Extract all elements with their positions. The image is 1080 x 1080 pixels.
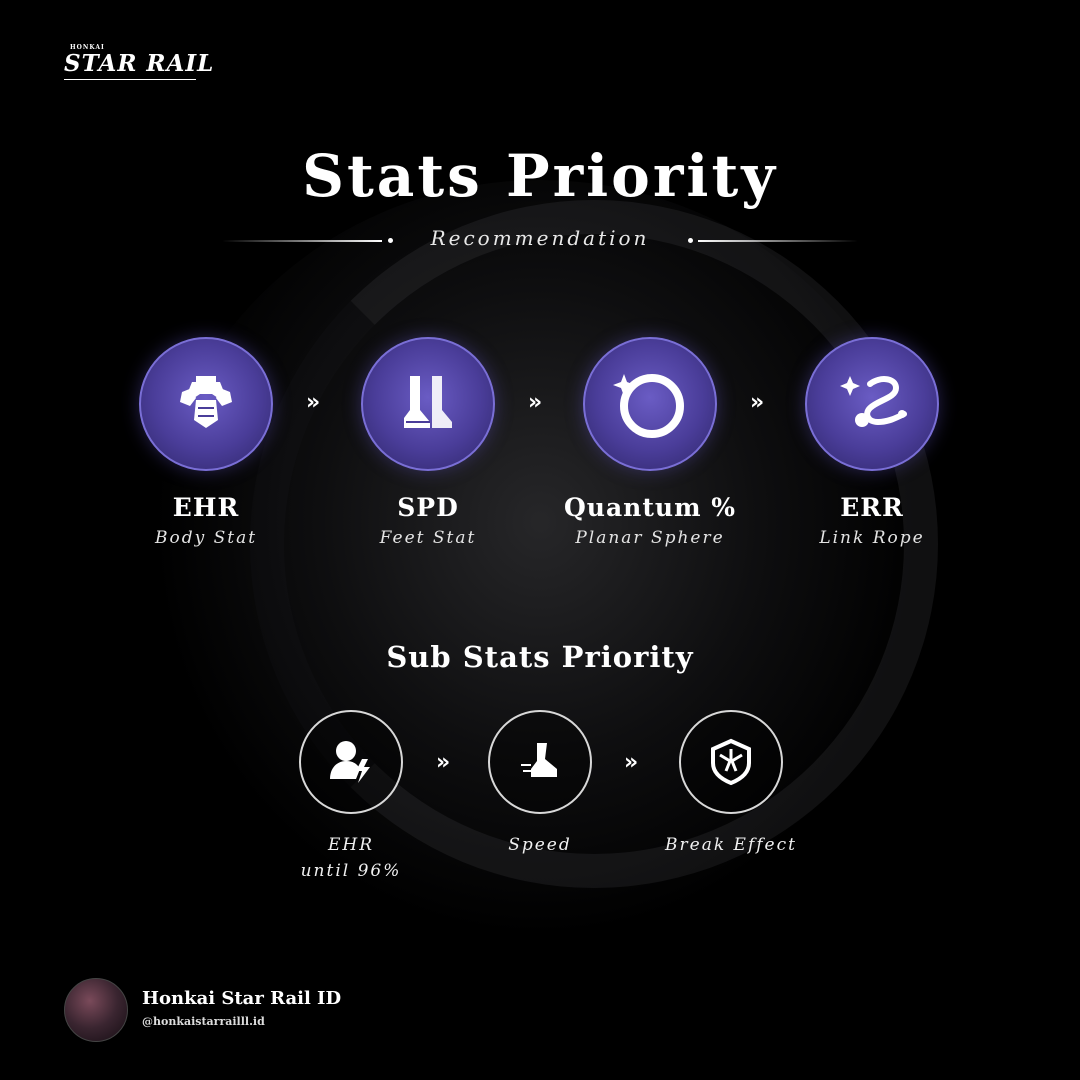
main-stat-name: Quantum %	[564, 493, 736, 522]
sub-stat-name: EHR	[327, 835, 375, 855]
sub-stat-break: Break Effect	[641, 710, 821, 858]
break-effect-icon	[711, 738, 751, 786]
main-stat-slot: Link Rope	[819, 528, 925, 548]
main-stat-name: SPD	[397, 493, 459, 522]
sub-stat-ehr: EHR until 96%	[261, 710, 441, 884]
logo-text: STAR RAIL	[64, 50, 215, 77]
avatar	[64, 978, 128, 1042]
main-stat-name: ERR	[840, 493, 904, 522]
main-stat-slot: Feet Stat	[379, 528, 477, 548]
game-logo: HONKAI STAR RAIL	[64, 44, 215, 80]
subtitle-dot-right	[688, 238, 693, 243]
account-name: Honkai Star Rail ID	[142, 988, 342, 1009]
logo-underline	[64, 79, 196, 80]
sub-stat-speed: Speed	[450, 710, 630, 858]
body-armor-icon	[180, 376, 232, 428]
priority-arrow: »	[436, 750, 451, 775]
logo-small-text: HONKAI	[70, 44, 105, 51]
sub-stats-title: Sub Stats Priority	[386, 640, 694, 674]
main-stat-slot: Body Stat	[154, 528, 258, 548]
speed-boot-icon	[521, 743, 557, 777]
sphere-icon	[613, 374, 684, 438]
priority-arrow: »	[624, 750, 639, 775]
main-stat-name: EHR	[172, 493, 240, 522]
body-circle	[139, 337, 273, 471]
page-title: Stats Priority	[302, 142, 778, 210]
priority-arrow: »	[306, 390, 321, 415]
sub-stat-condition: until 96%	[300, 861, 402, 881]
sub-stat-label: EHR until 96%	[261, 832, 441, 884]
rope-circle	[805, 337, 939, 471]
sub-stat-label: Speed	[450, 832, 630, 858]
sub-stat-name: Break Effect	[665, 835, 797, 855]
account-handle: @honkaistarrailll.id	[142, 1015, 265, 1028]
sub-stat-label: Break Effect	[641, 832, 821, 858]
sub-stat-name: Speed	[508, 835, 572, 855]
main-stat-rope: ERR Link Rope	[772, 337, 972, 548]
sphere-circle	[583, 337, 717, 471]
sub-stat-circle	[488, 710, 592, 814]
priority-arrow: »	[750, 390, 765, 415]
feet-circle	[361, 337, 495, 471]
sub-stat-circle	[299, 710, 403, 814]
link-rope-icon	[840, 376, 907, 427]
effect-hit-rate-icon	[330, 741, 370, 783]
boots-icon	[404, 376, 452, 428]
page-subtitle: Recommendation	[430, 226, 650, 250]
subtitle-line-right	[698, 240, 858, 242]
main-stat-slot: Planar Sphere	[575, 528, 725, 548]
main-stat-body: EHR Body Stat	[106, 337, 306, 548]
priority-arrow: »	[528, 390, 543, 415]
main-stat-sphere: Quantum % Planar Sphere	[550, 337, 750, 548]
subtitle-row: Recommendation	[0, 226, 1080, 256]
main-stat-feet: SPD Feet Stat	[328, 337, 528, 548]
sub-stat-circle	[679, 710, 783, 814]
